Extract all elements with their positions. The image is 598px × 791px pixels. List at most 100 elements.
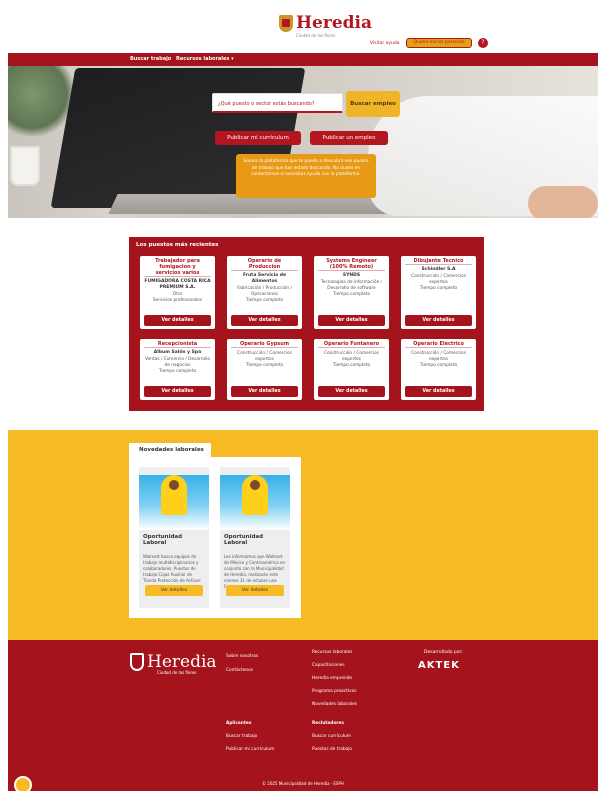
job-category: Construcción / Comercios expertos <box>411 351 466 362</box>
search-button[interactable]: Buscar empleo <box>346 91 400 117</box>
search-input[interactable]: ¿Qué puesto o sector estás buscando? <box>212 93 343 113</box>
job-category: Tecnologías de información / Desarrollo … <box>320 280 383 291</box>
news-tab[interactable]: Novedades laborales <box>129 443 211 457</box>
job-card: Operario Fontanero Construcción / Comerci… <box>314 339 389 400</box>
person-illustration <box>242 475 268 515</box>
recent-jobs-section: Los puestos más recientes Trabajador par… <box>129 237 484 411</box>
page: Heredia Ciudad de las flores Visitar ayu… <box>0 0 598 791</box>
publish-resume-button[interactable]: Publicar mi currículum <box>215 131 301 145</box>
job-title[interactable]: Operario Gypsum <box>231 339 298 348</box>
footer-heading-reclutadores: Reclutadores <box>312 721 344 726</box>
publish-job-button[interactable]: Publicar un empleo <box>310 131 388 145</box>
view-details-button[interactable]: Ver detalles <box>231 386 298 397</box>
person-illustration <box>161 475 187 515</box>
job-title[interactable]: Systems Engineer (100% Remoto) <box>318 256 385 271</box>
chat-icon[interactable] <box>14 776 32 791</box>
job-type: Tiempo completo <box>158 369 197 374</box>
footer-link-programa[interactable]: Programa proactivos <box>312 689 356 694</box>
job-type: Tiempo completo <box>419 363 458 368</box>
job-company: Fruta Servicio de Alimentos <box>242 273 287 284</box>
job-company: Schindler S.A <box>421 267 456 272</box>
news-image <box>220 475 290 530</box>
job-type: Tiempo completo <box>332 363 371 368</box>
news-card: Oportunidad Laboral Walmart busca equipo… <box>139 467 209 608</box>
job-title[interactable]: Recepcionista <box>144 339 211 348</box>
job-title[interactable]: Operario Eléctrico <box>405 339 472 348</box>
footer-link-buscar-curriculum[interactable]: Buscar currículum <box>312 734 351 739</box>
job-card: Recepcionista Album Salón y Spa Ventas / C… <box>140 339 215 400</box>
news-title: Oportunidad Laboral <box>143 534 183 546</box>
developed-by-label: Desarrollado por: <box>424 650 463 655</box>
site-logo[interactable]: Heredia Ciudad de las flores <box>279 13 373 38</box>
help-icon[interactable]: ? <box>478 38 488 48</box>
footer-link-buscar-trabajo[interactable]: Buscar trabajo <box>226 734 257 739</box>
news-details-button[interactable]: Ver detalles <box>145 585 203 596</box>
job-type: Tiempo completo <box>419 286 458 291</box>
job-card: Trabajador para fumigacion y servicios v… <box>140 256 215 329</box>
footer-link-novedades[interactable]: Novedades laborales <box>312 702 357 707</box>
view-details-button[interactable]: Ver detalles <box>144 315 211 326</box>
footer-link-recursos[interactable]: Recursos laborales <box>312 650 352 655</box>
job-category: Otro Servicios profesionales <box>152 292 203 303</box>
job-category: Construcción / Comercios expertos <box>411 274 466 285</box>
nav-item-buscar-trabajo[interactable]: Buscar trabajo <box>130 56 171 62</box>
job-category: Fabricación / Producción / Operaciones <box>237 286 292 297</box>
nav-item-recursos-laborales[interactable]: Recursos laborales ▾ <box>176 56 234 62</box>
view-details-button[interactable]: Ver detalles <box>144 386 211 397</box>
footer-link-capacitaciones[interactable]: Capacitaciones <box>312 663 345 668</box>
job-card: Operario Gypsum Construcción / Comercios … <box>227 339 302 400</box>
footer-link-sobre-nosotros[interactable]: Sobre nosotros <box>226 654 258 659</box>
footer-logo[interactable]: Heredia Ciudad de las flores <box>130 652 217 675</box>
view-details-button[interactable]: Ver detalles <box>231 315 298 326</box>
footer-link-puestos[interactable]: Puestos de trabajo <box>312 747 352 752</box>
view-details-button[interactable]: Ver detalles <box>318 386 385 397</box>
logo-subtitle: Ciudad de las flores <box>296 33 336 38</box>
job-category: Construcción / Comercios expertos <box>237 351 292 362</box>
crest-icon <box>279 14 293 32</box>
job-card: Dibujante Tecnico Schindler S.A Construcci… <box>401 256 476 329</box>
section-title: Los puestos más recientes <box>136 242 219 248</box>
job-title[interactable]: Trabajador para fumigacion y servicios v… <box>144 256 211 277</box>
view-details-button[interactable]: Ver detalles <box>318 315 385 326</box>
job-company: FUMIGADORA COSTA RICA PREMIUM S.A. <box>144 279 211 290</box>
job-type: Tiempo completo <box>332 292 371 297</box>
logo-name: Heredia <box>296 13 373 33</box>
job-title[interactable]: Operario de Produccion <box>231 256 298 271</box>
aktek-logo[interactable]: AKTEK <box>418 660 460 671</box>
footer-link-heredia-emprende[interactable]: Heredia emprende <box>312 676 352 681</box>
login-button[interactable]: Quiero iniciar personal <box>406 38 472 48</box>
job-title[interactable]: Dibujante Tecnico <box>405 256 472 265</box>
news-card: Oportunidad Laboral Les informamos que W… <box>220 467 290 608</box>
news-section-background <box>8 430 598 640</box>
hand-image <box>528 186 598 218</box>
news-title: Oportunidad Laboral <box>224 534 264 546</box>
job-category: Construcción / Comercios expertos <box>324 351 379 362</box>
job-card: Operario Eléctrico Construcción / Comerci… <box>401 339 476 400</box>
job-category: Ventas / Comercio / Desarrollo de negoci… <box>144 357 211 368</box>
footer-heading-aplicantes: Aplicantes <box>226 721 252 726</box>
news-details-button[interactable]: Ver detalles <box>226 585 284 596</box>
job-title[interactable]: Operario Fontanero <box>318 339 385 348</box>
job-type: Tiempo completo <box>245 298 284 303</box>
footer-logo-subtitle: Ciudad de las flores <box>157 670 197 675</box>
news-text: Walmart busca equipos de trabajo multidi… <box>143 554 201 584</box>
site-header: Heredia Ciudad de las flores Visitar ayu… <box>8 8 598 53</box>
news-image <box>139 475 209 530</box>
footer-link-contactenos[interactable]: Contáctenos <box>226 668 253 673</box>
job-company: Album Salón y Spa <box>153 350 202 355</box>
help-link[interactable]: Visitar ayuda <box>370 41 400 46</box>
view-details-button[interactable]: Ver detalles <box>405 386 472 397</box>
cup-image <box>10 146 40 186</box>
view-details-button[interactable]: Ver detalles <box>405 315 472 326</box>
job-type: Tiempo completo <box>245 363 284 368</box>
crest-icon <box>130 653 144 671</box>
main-nav: Buscar trabajo Recursos laborales ▾ <box>8 53 598 66</box>
copyright: © 2025 Municipalidad de Heredia · ESPH <box>262 781 344 786</box>
news-panel: Oportunidad Laboral Walmart busca equipo… <box>129 457 301 618</box>
job-company: SYNDS <box>342 273 361 278</box>
news-text: Les informamos que Walmart de México y C… <box>224 554 285 589</box>
footer-link-publicar-curriculum[interactable]: Publicar mi currículum <box>226 747 274 752</box>
job-card: Systems Engineer (100% Remoto) SYNDS Tecno… <box>314 256 389 329</box>
site-footer <box>8 640 598 791</box>
footer-logo-name: Heredia <box>147 652 217 672</box>
